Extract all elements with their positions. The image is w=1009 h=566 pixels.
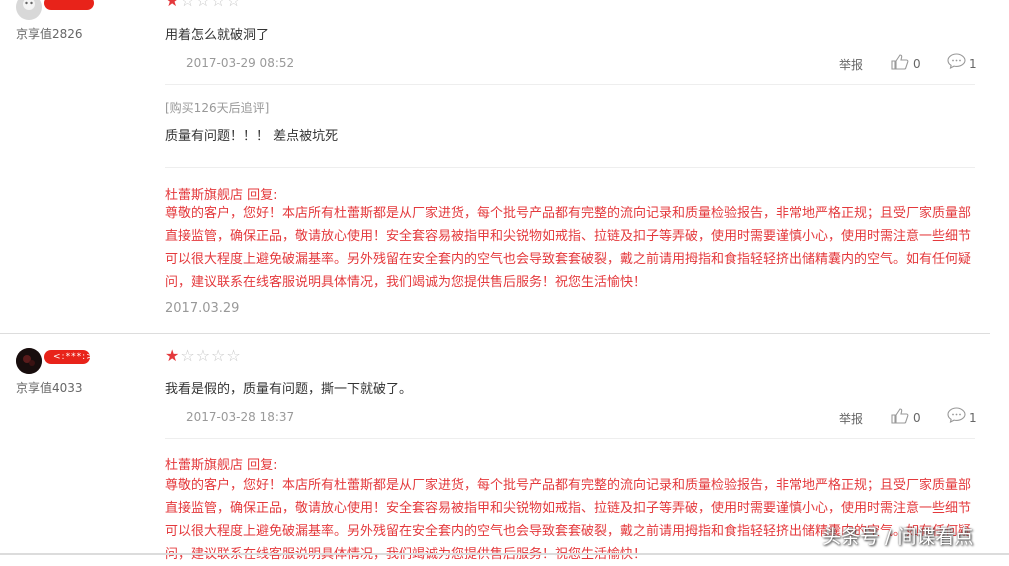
like-count: 0 — [913, 411, 921, 425]
append-review-label: [购买126天后追评] — [165, 101, 270, 115]
user-level: 京享值4033 — [16, 381, 83, 395]
thumbs-up-icon[interactable] — [891, 54, 909, 70]
star-empty-icon: ☆ — [180, 346, 196, 365]
star-empty-icon: ☆ — [195, 346, 212, 365]
watermark-text: 头条号 / 间谍看点 — [822, 526, 974, 548]
star-empty-icon: ☆ — [180, 0, 196, 10]
comment-count: 1 — [969, 57, 977, 71]
review-item: 京享值2826 ★☆☆☆☆ 用着怎么就破洞了 2017-03-29 08:52 … — [0, 0, 1009, 333]
user-avatar[interactable] — [16, 348, 42, 374]
star-filled-icon: ★ — [165, 346, 181, 365]
review-content: 用着怎么就破洞了 — [165, 28, 270, 43]
report-button[interactable]: 举报 — [839, 56, 863, 73]
star-empty-icon: ☆ — [226, 346, 242, 365]
comment-bubble-icon[interactable] — [947, 407, 966, 424]
divider — [165, 167, 975, 168]
star-empty-icon: ☆ — [211, 346, 227, 365]
shop-reply-title: 杜蕾斯旗舰店 回复: — [165, 458, 278, 473]
shop-reply-text: 尊敬的客户，您好！本店所有杜蕾斯都是从厂家进货，每个批号产品都有完整的流向记录和… — [165, 206, 972, 290]
review-content: 我看是假的，质量有问题，撕一下就破了。 — [165, 382, 413, 397]
divider — [165, 84, 975, 85]
redacted-nickname — [44, 0, 94, 10]
thumbs-up-icon[interactable] — [891, 408, 909, 424]
user-avatar[interactable] — [16, 0, 42, 20]
star-rating: ★☆☆☆☆ — [165, 348, 242, 364]
divider — [165, 438, 975, 439]
comment-bubble-icon[interactable] — [947, 53, 966, 70]
shop-reply-date: 2017.03.29 — [165, 301, 240, 316]
star-filled-icon: ★ — [165, 0, 181, 10]
like-count: 0 — [913, 57, 921, 71]
append-review-content: 质量有问题！！！ 差点被坑死 — [165, 129, 339, 144]
star-rating: ★☆☆☆☆ — [165, 0, 242, 9]
review-date: 2017-03-29 08:52 — [186, 56, 295, 70]
star-empty-icon: ☆ — [226, 0, 242, 10]
review-date: 2017-03-28 18:37 — [186, 410, 295, 424]
shop-reply-title: 杜蕾斯旗舰店 回复: — [165, 188, 278, 203]
report-button[interactable]: 举报 — [839, 410, 863, 427]
star-empty-icon: ☆ — [211, 0, 227, 10]
user-level: 京享值2826 — [16, 27, 83, 41]
redacted-nickname-text: <:***:> — [53, 352, 95, 362]
comment-count: 1 — [969, 411, 977, 425]
star-empty-icon: ☆ — [195, 0, 212, 10]
